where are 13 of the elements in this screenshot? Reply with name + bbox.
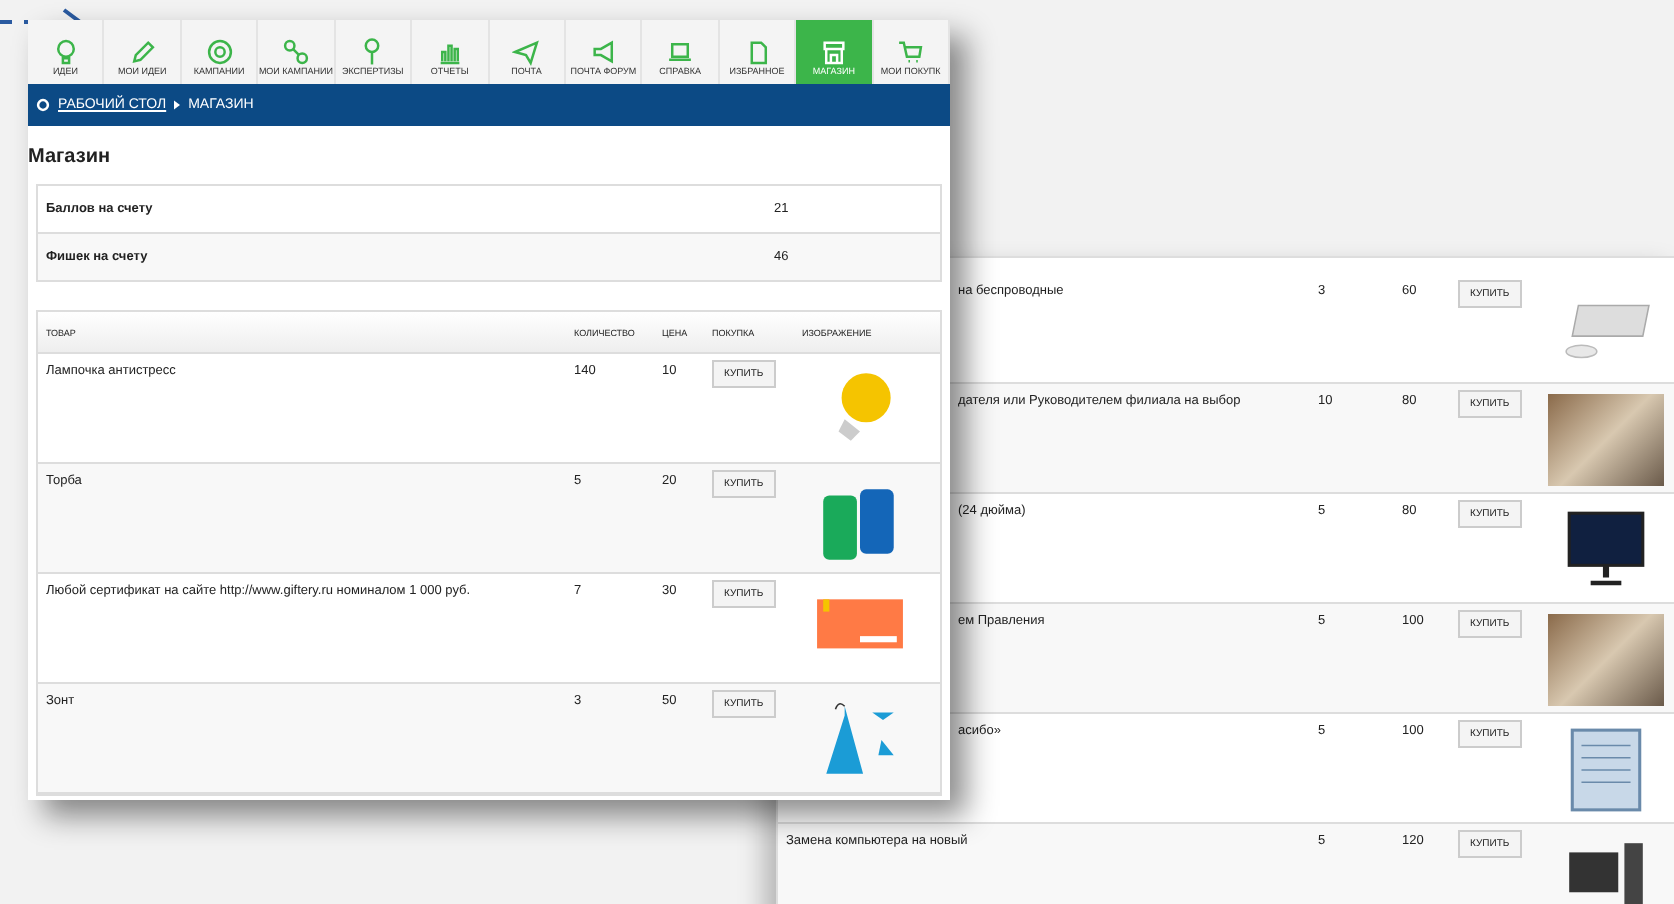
page-heading: Магазин	[28, 146, 113, 168]
pencil-icon	[128, 38, 157, 67]
lightbulb-icon	[51, 38, 80, 67]
chevron-icon	[174, 100, 181, 110]
photo-placeholder	[1548, 614, 1664, 706]
target-icon	[205, 38, 234, 67]
laptop-icon	[666, 38, 695, 67]
cart-icon	[896, 38, 925, 67]
nodes-icon	[281, 38, 310, 67]
store-icon	[819, 38, 848, 67]
megaphone-icon	[589, 38, 618, 67]
photo-placeholder	[1548, 394, 1664, 486]
paper-plane-icon	[512, 38, 541, 67]
